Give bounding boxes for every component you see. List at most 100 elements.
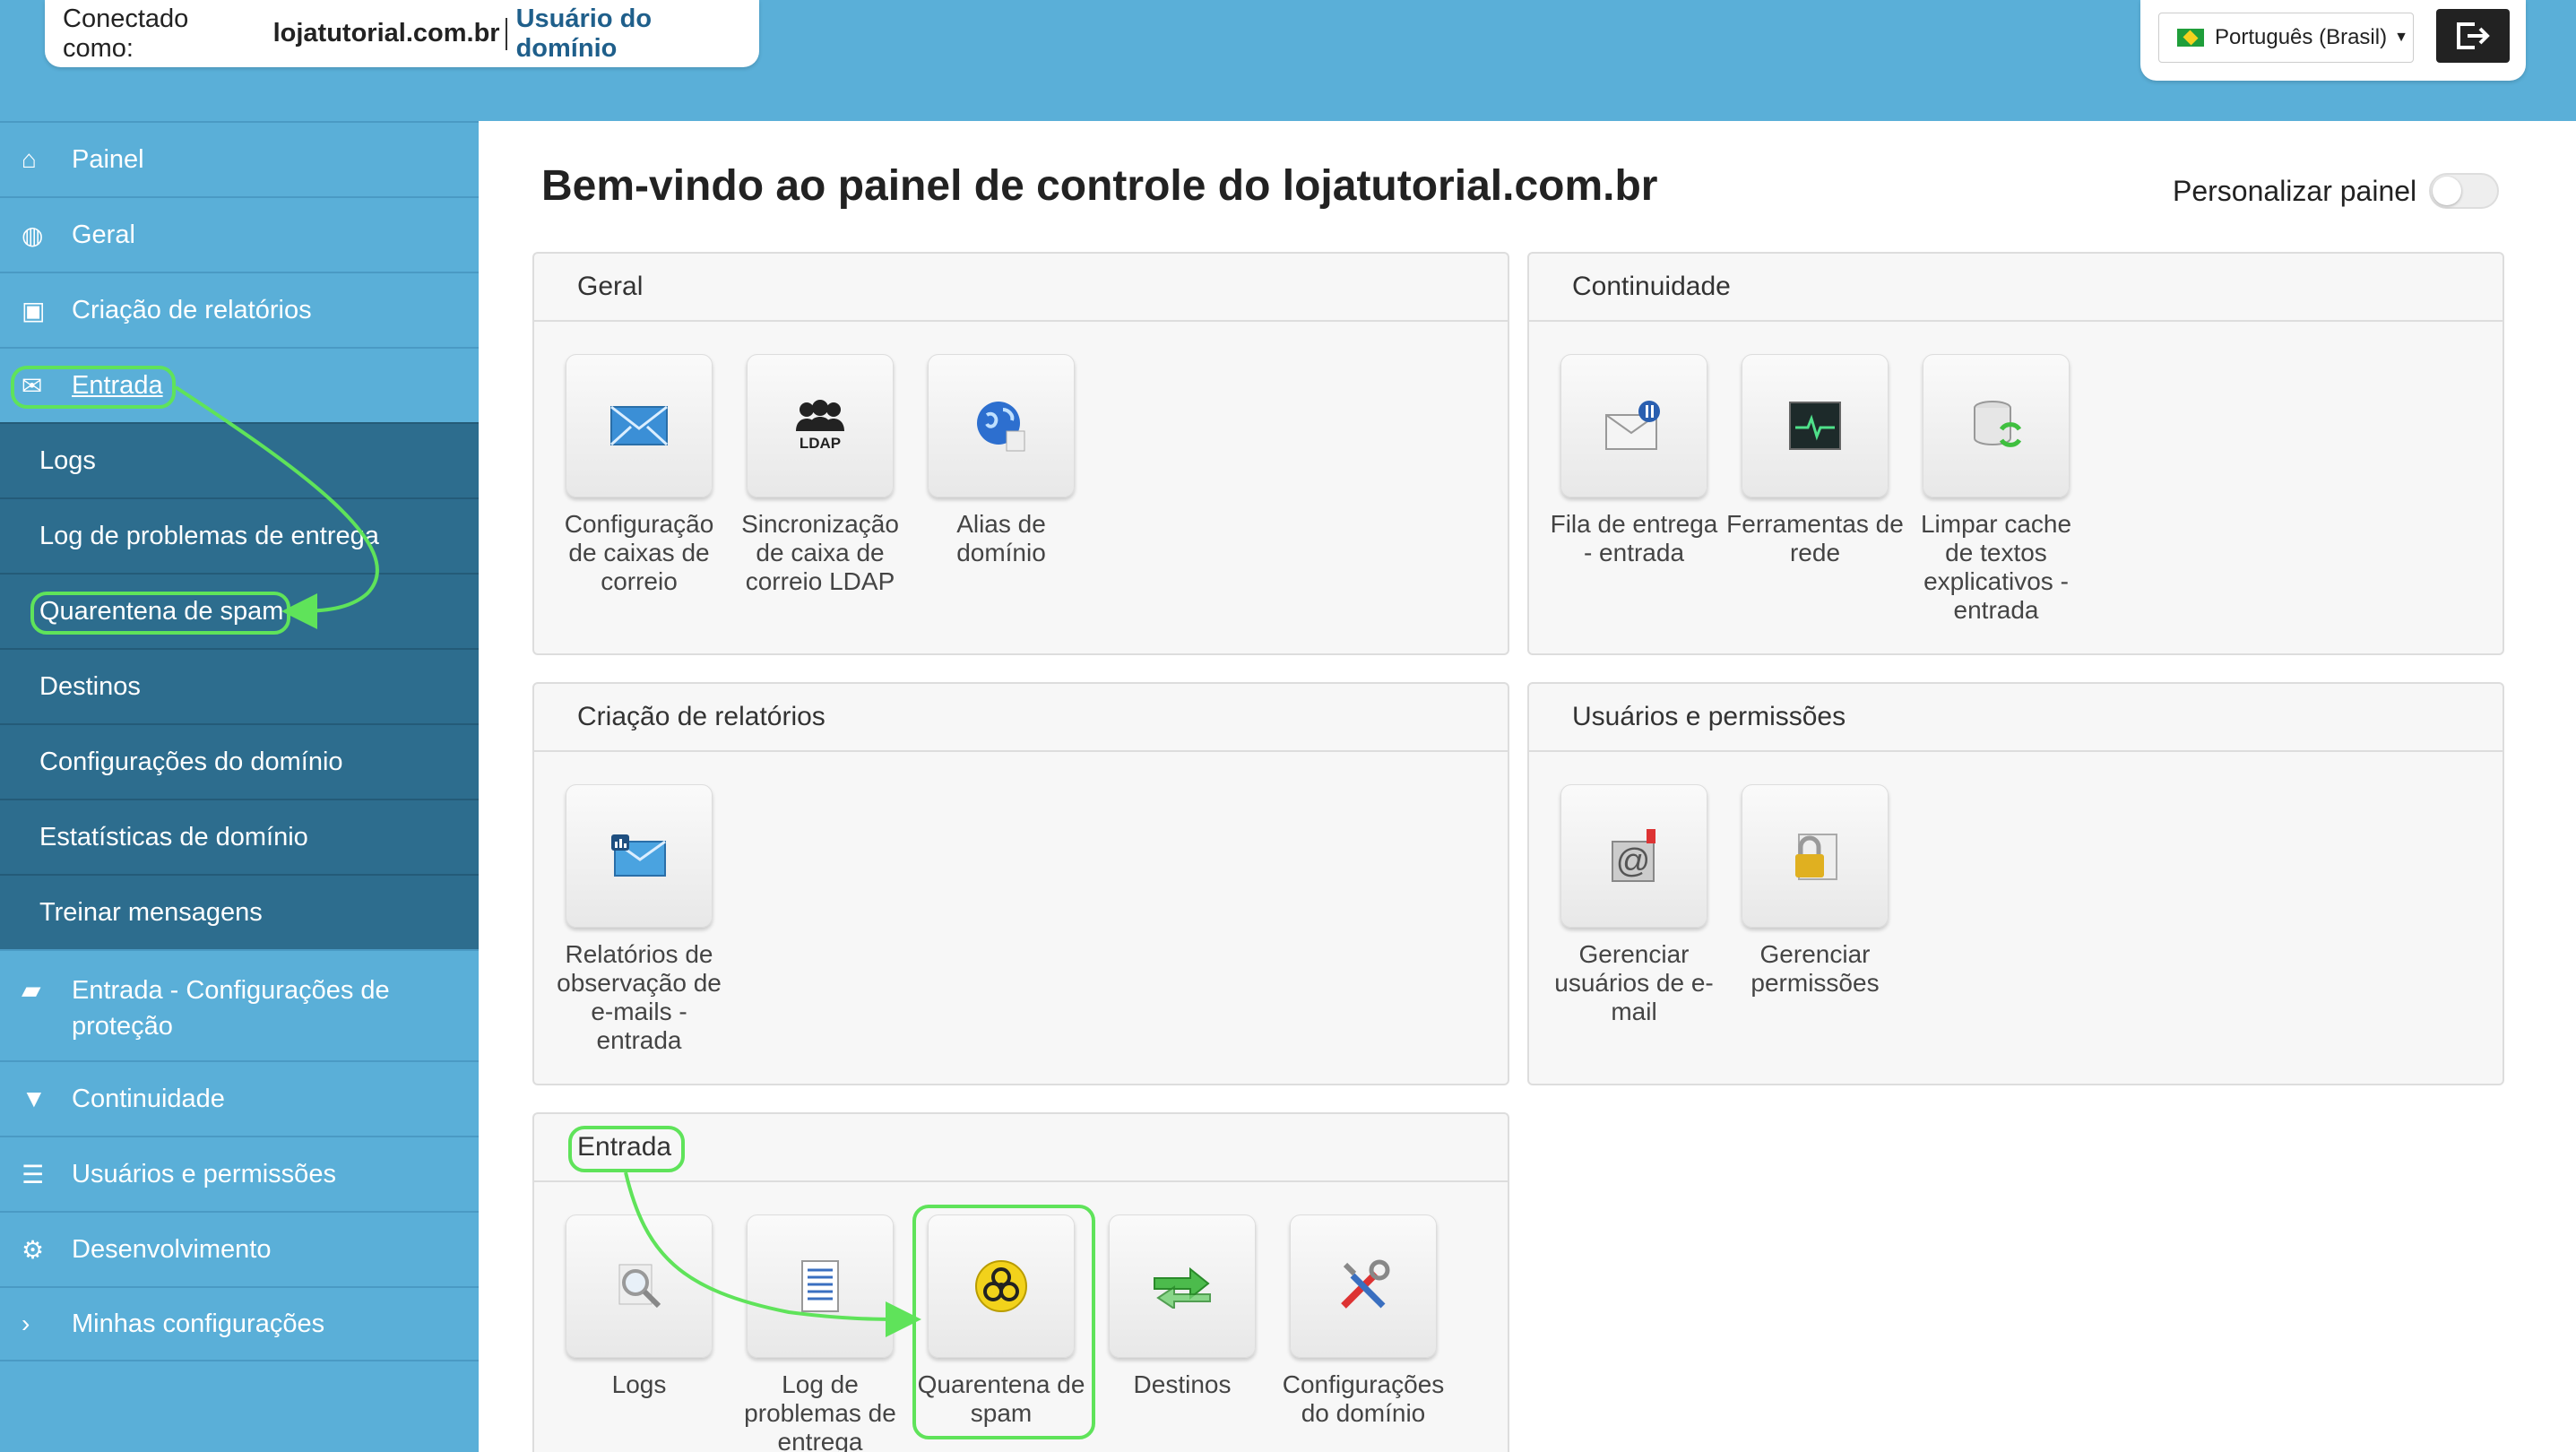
divider <box>505 17 507 50</box>
panel-title: Continuidade <box>1529 254 2503 322</box>
tile-icon-box: @ <box>1560 784 1707 928</box>
connected-label: Conectado como: <box>63 4 189 63</box>
exchange-arrows-icon <box>1154 1266 1211 1309</box>
logout-icon <box>2457 22 2490 49</box>
tile-config-caixas[interactable]: Configuração de caixas de correio <box>549 354 730 596</box>
submenu-item-logs[interactable]: Logs <box>0 422 479 497</box>
submenu-label: Destinos <box>39 671 141 701</box>
highlight-entrada-sidebar <box>11 366 176 409</box>
tile-ldap[interactable]: LDAP Sincronização de caixa de correio L… <box>730 354 911 596</box>
tile-relatorios-observacao[interactable]: Relatórios de observação de e-mails - en… <box>549 784 730 1055</box>
tile-label: Sincronização de caixa de correio LDAP <box>741 510 899 595</box>
sidebar-item-label: Criação de relatórios <box>72 295 312 324</box>
tile-icon-box <box>1290 1214 1437 1358</box>
tile-alias[interactable]: Alias de domínio <box>911 354 1092 567</box>
caret-down-icon: ▼ <box>2394 30 2408 45</box>
svg-text:@: @ <box>1616 843 1651 880</box>
main-content: Bem-vindo ao painel de controle do lojat… <box>479 121 2576 1452</box>
submenu-label: Logs <box>39 445 96 475</box>
document-icon <box>801 1260 839 1312</box>
personalize-dashboard: Personalizar painel <box>2173 173 2500 209</box>
panel-title: Criação de relatórios <box>534 684 1508 752</box>
tile-gerenciar-usuarios[interactable]: @ Gerenciar usuários de e-mail <box>1543 784 1725 1026</box>
magnifier-icon <box>618 1264 661 1309</box>
tools-icon <box>1341 1259 1390 1309</box>
sidebar-item-relatorios[interactable]: ▣ Criação de relatórios <box>0 272 479 347</box>
sidebar-item-label: Usuários e permissões <box>72 1159 336 1188</box>
tile-logs[interactable]: Logs <box>549 1214 730 1399</box>
sidebar-item-label: Painel <box>72 144 144 174</box>
sidebar-item-label: Geral <box>72 220 135 249</box>
filter-icon: ▼ <box>22 1085 47 1112</box>
tile-label: Destinos <box>1133 1370 1232 1398</box>
globe-icon <box>977 402 1025 452</box>
ldap-users-icon: LDAP <box>796 400 844 452</box>
sidebar-item-minhas-config[interactable]: › Minhas configurações <box>0 1286 479 1361</box>
panel-continuidade: Continuidade Fila de entrega - entrada F… <box>1527 252 2504 655</box>
sidebar-item-usuarios[interactable]: ☰ Usuários e permissões <box>0 1136 479 1211</box>
logout-button[interactable] <box>2436 9 2510 63</box>
top-bar: Conectado como: lojatutorial.com.br Usuá… <box>0 0 2576 121</box>
tile-fila-entrega[interactable]: Fila de entrega - entrada <box>1543 354 1725 567</box>
database-refresh-icon <box>1974 401 2022 447</box>
sidebar-item-protecao[interactable]: ▰ Entrada - Configurações de proteção <box>0 949 479 1060</box>
tile-icon-box <box>566 354 713 497</box>
sidebar-item-continuidade[interactable]: ▼ Continuidade <box>0 1060 479 1136</box>
tile-icon-box <box>566 1214 713 1358</box>
tile-icon-box <box>1923 354 2070 497</box>
sidebar: ⌂ Painel ◍ Geral ▣ Criação de relatórios… <box>0 121 479 1452</box>
tile-ferramentas-rede[interactable]: Ferramentas de rede <box>1725 354 1906 567</box>
language-label: Português (Brasil) <box>2215 25 2388 49</box>
connection-info: Conectado como: lojatutorial.com.br Usuá… <box>45 0 759 67</box>
submenu-item-treinar[interactable]: Treinar mensagens <box>0 874 479 949</box>
gear-icon: ⚙ <box>22 1235 45 1264</box>
personalize-toggle[interactable] <box>2429 173 2500 209</box>
tile-label: Limpar cache de textos explicativos - en… <box>1920 510 2072 624</box>
tile-label: Ferramentas de rede <box>1726 510 1904 566</box>
email-user-icon: @ <box>1612 829 1655 882</box>
submenu-item-log-problemas[interactable]: Log de problemas de entrega <box>0 497 479 573</box>
connected-domain: lojatutorial.com.br <box>272 19 500 48</box>
network-tools-icon <box>1789 402 1841 450</box>
envelope-icon <box>609 405 669 446</box>
chevron-right-icon: › <box>22 1309 30 1337</box>
highlight-entrada-panel <box>568 1126 685 1172</box>
submenu-label: Estatísticas de domínio <box>39 822 308 851</box>
list-icon: ☰ <box>22 1160 45 1188</box>
brazil-flag-icon <box>2177 29 2204 47</box>
highlight-quarentena-tile <box>912 1205 1095 1439</box>
submenu-label: Configurações do domínio <box>39 747 343 776</box>
tile-destinos[interactable]: Destinos <box>1092 1214 1273 1399</box>
submenu-label: Log de problemas de entrega <box>39 521 379 550</box>
sidebar-item-label: Continuidade <box>72 1084 225 1113</box>
tile-label: Fila de entrega - entrada <box>1550 510 1718 566</box>
submenu-item-estatisticas[interactable]: Estatísticas de domínio <box>0 799 479 874</box>
user-role[interactable]: Usuário do domínio <box>516 4 759 64</box>
sidebar-item-painel[interactable]: ⌂ Painel <box>0 121 479 196</box>
inbox-icon: ▣ <box>22 296 46 324</box>
page-title: Bem-vindo ao painel de controle do lojat… <box>541 162 1658 210</box>
tile-label: Log de problemas de entrega <box>744 1370 896 1452</box>
tile-label: Alias de domínio <box>956 510 1046 566</box>
tile-label: Configuração de caixas de correio <box>564 510 714 595</box>
tile-limpar-cache[interactable]: Limpar cache de textos explicativos - en… <box>1906 354 2087 625</box>
submenu-item-destinos[interactable]: Destinos <box>0 648 479 723</box>
tile-gerenciar-permissoes[interactable]: Gerenciar permissões <box>1725 784 1906 998</box>
sidebar-item-geral[interactable]: ◍ Geral <box>0 196 479 272</box>
panel-title: Geral <box>534 254 1508 322</box>
submenu-label: Treinar mensagens <box>39 897 263 927</box>
sidebar-item-desenvolvimento[interactable]: ⚙ Desenvolvimento <box>0 1211 479 1286</box>
submenu-item-config-dominio[interactable]: Configurações do domínio <box>0 723 479 799</box>
personalize-label: Personalizar painel <box>2173 174 2417 207</box>
tile-log-problemas[interactable]: Log de problemas de entrega <box>730 1214 911 1452</box>
highlight-quarentena-sidebar <box>30 592 290 635</box>
tile-label: Logs <box>611 1370 667 1398</box>
folder-open-icon: ▰ <box>22 976 41 1004</box>
tile-icon-box <box>1109 1214 1256 1358</box>
svg-text:LDAP: LDAP <box>800 435 841 452</box>
language-selector[interactable]: Português (Brasil) ▼ <box>2158 13 2414 63</box>
tile-config-dominio[interactable]: Configurações do domínio <box>1273 1214 1454 1428</box>
tile-icon-box <box>747 1214 894 1358</box>
sidebar-item-label: Entrada - Configurações de proteção <box>72 976 390 1041</box>
panel-usuarios: Usuários e permissões @ Gerenciar usuári… <box>1527 682 2504 1085</box>
